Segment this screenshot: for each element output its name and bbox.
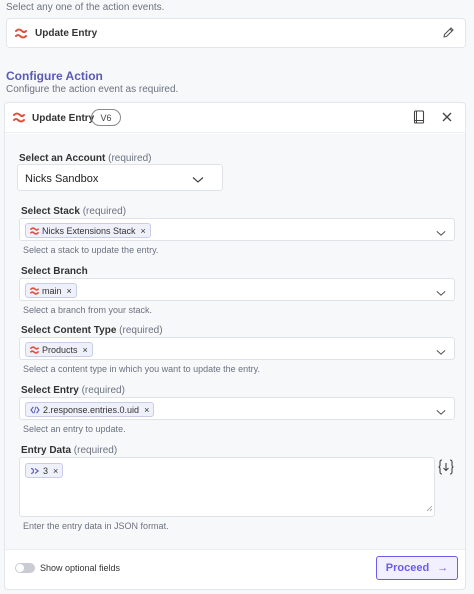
entry-help: Select an entry to update. xyxy=(23,424,126,434)
panel-header: Update Entry V6 xyxy=(5,103,465,133)
chevron-down-icon xyxy=(436,405,446,419)
contentstack-logo-icon xyxy=(30,286,39,295)
footer-divider xyxy=(5,549,465,550)
account-select[interactable]: Nicks Sandbox xyxy=(17,164,223,191)
stack-chip-label: Nicks Extensions Stack xyxy=(42,225,136,236)
stack-help: Select a stack to update the entry. xyxy=(23,245,159,255)
contentstack-logo-icon xyxy=(13,112,25,126)
remove-chip-icon[interactable]: × xyxy=(53,466,58,476)
chevron-down-icon xyxy=(436,345,446,359)
json-insert-icon[interactable] xyxy=(437,458,455,479)
account-label: Select an Account (required) xyxy=(19,153,152,164)
stack-chip[interactable]: Nicks Extensions Stack × xyxy=(25,223,151,238)
configure-action-subtitle: Configure the action event as required. xyxy=(6,84,179,95)
step-output-icon xyxy=(30,467,40,474)
proceed-label: Proceed xyxy=(385,562,430,574)
branch-label: Select Branch xyxy=(21,266,88,277)
chevron-down-icon xyxy=(436,226,446,240)
contentstack-logo-icon xyxy=(30,226,39,235)
content-type-help: Select a content type in which you want … xyxy=(23,364,260,374)
code-icon xyxy=(30,405,40,414)
entry-chip-label: 2.response.entries.0.uid xyxy=(43,404,140,415)
panel-title: Update Entry xyxy=(32,113,95,124)
branch-chip[interactable]: main × xyxy=(25,283,77,298)
content-type-chip[interactable]: Products × xyxy=(25,342,93,357)
pencil-icon[interactable] xyxy=(442,26,455,42)
entry-data-label: Entry Data (required) xyxy=(21,445,118,456)
chevron-down-icon xyxy=(436,286,446,300)
configure-panel: Update Entry V6 Select an Account (requi… xyxy=(4,102,466,590)
event-title: Update Entry xyxy=(35,28,98,39)
stack-select[interactable]: Nicks Extensions Stack × xyxy=(19,218,455,241)
entry-data-chip[interactable]: 3 × xyxy=(25,463,64,478)
arrow-right-icon: → xyxy=(437,562,449,574)
stack-label: Select Stack (required) xyxy=(21,206,127,217)
content-type-select[interactable]: Products × xyxy=(19,337,455,360)
optional-fields-toggle[interactable] xyxy=(15,563,35,573)
account-value: Nicks Sandbox xyxy=(25,173,99,185)
entry-data-textarea[interactable]: 3 × xyxy=(19,457,435,517)
chevron-down-icon xyxy=(192,173,204,187)
entry-label: Select Entry (required) xyxy=(21,385,125,396)
selected-event-card[interactable]: Update Entry xyxy=(6,18,466,48)
proceed-button[interactable]: Proceed → xyxy=(376,556,458,580)
entry-chip[interactable]: 2.response.entries.0.uid × xyxy=(25,402,155,417)
remove-chip-icon[interactable]: × xyxy=(144,405,149,415)
remove-chip-icon[interactable]: × xyxy=(67,286,72,296)
book-icon[interactable] xyxy=(413,110,425,127)
version-badge: V6 xyxy=(91,109,121,126)
remove-chip-icon[interactable]: × xyxy=(83,345,88,355)
remove-chip-icon[interactable]: × xyxy=(141,226,146,236)
resize-handle-icon[interactable] xyxy=(426,501,433,515)
content-type-chip-label: Products xyxy=(42,344,78,355)
entry-data-help: Enter the entry data in JSON format. xyxy=(23,521,169,531)
entry-select[interactable]: 2.response.entries.0.uid × xyxy=(19,397,455,420)
branch-help: Select a branch from your stack. xyxy=(23,305,153,315)
contentstack-logo-icon xyxy=(30,345,39,354)
configure-action-title: Configure Action xyxy=(6,69,103,83)
branch-select[interactable]: main × xyxy=(19,278,455,301)
optional-fields-label: Show optional fields xyxy=(40,563,121,573)
contentstack-logo-icon xyxy=(15,28,27,42)
content-type-label: Select Content Type (required) xyxy=(21,325,163,336)
event-hint: Select any one of the action events. xyxy=(6,2,165,13)
close-icon[interactable] xyxy=(441,111,453,126)
entry-data-chip-label: 3 xyxy=(43,465,49,476)
branch-chip-label: main xyxy=(42,285,62,296)
